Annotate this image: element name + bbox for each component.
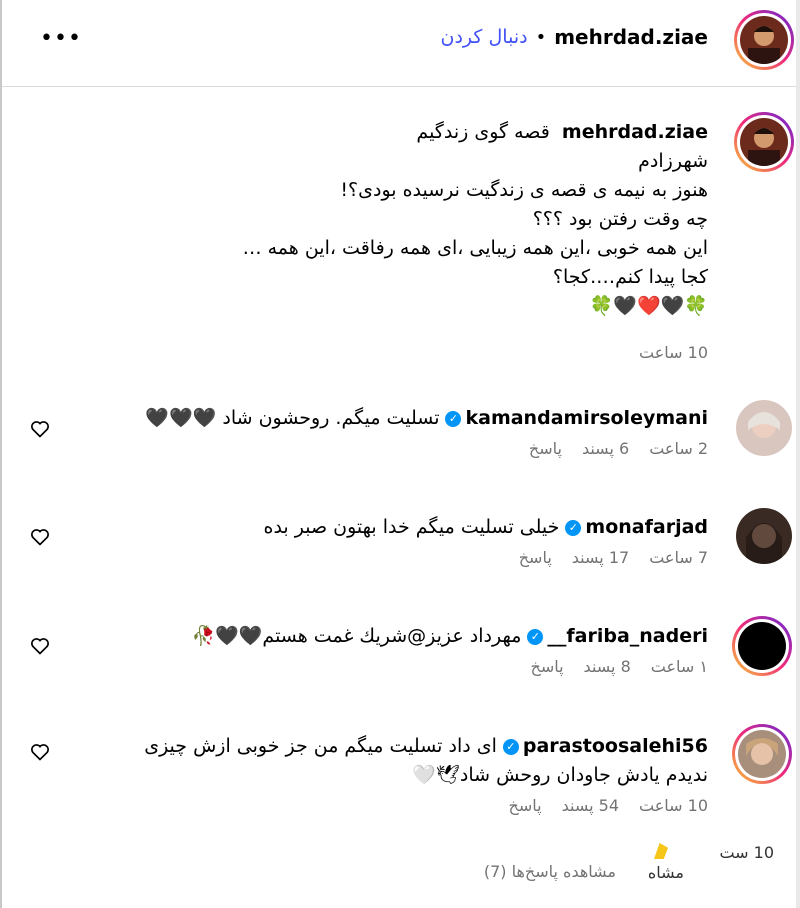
comment-item: monafarjad✓ خیلی تسلیت میگم خدا بهتون صبر… bbox=[68, 513, 708, 567]
caption-line: شهرزادم bbox=[638, 150, 708, 172]
sparkle-icon bbox=[654, 843, 668, 859]
avatar-image-icon bbox=[740, 118, 788, 166]
comment-username[interactable]: monafarjad bbox=[585, 516, 708, 538]
caption-line: قصه گوی زندگیم bbox=[416, 121, 550, 143]
comment-text: خیلی تسلیت میگم خدا بهتون صبر بده bbox=[263, 516, 560, 538]
caption-line: این همه خوبی ،این همه زیبایی ،ای همه رفا… bbox=[242, 237, 708, 259]
caption-timestamp[interactable]: 10 ساعت bbox=[639, 343, 708, 362]
view-replies-button[interactable]: مشاهده پاسخ‌ها (7) bbox=[484, 862, 616, 881]
caption-line: چه وقت رفتن بود ؟؟؟ bbox=[532, 208, 708, 230]
comment-likes[interactable]: 54 پسند bbox=[562, 796, 619, 815]
scrollbar-track[interactable] bbox=[796, 0, 800, 908]
comment-username[interactable]: kamandamirsoleymani bbox=[465, 407, 708, 429]
avatar-image-icon bbox=[736, 400, 792, 456]
follow-button[interactable]: دنبال کردن bbox=[441, 26, 528, 48]
comment-username[interactable]: parastoosalehi56 bbox=[523, 735, 708, 757]
caption-emoji-line: 🍀🖤❤️🖤🍀 bbox=[589, 295, 708, 317]
post-caption: mehrdad.ziae قصه گوی زندگیم شهرزادم هنوز… bbox=[148, 118, 708, 321]
commenter-avatar[interactable] bbox=[732, 616, 792, 676]
header-avatar[interactable] bbox=[734, 10, 794, 70]
comment-time[interactable]: 2 ساعت bbox=[649, 439, 708, 458]
verified-badge-icon: ✓ bbox=[527, 628, 544, 645]
comment-time[interactable]: 7 ساعت bbox=[649, 548, 708, 567]
avatar-image-icon bbox=[736, 508, 792, 564]
comment-likes[interactable]: 17 پسند bbox=[572, 548, 629, 567]
more-options-icon[interactable]: ••• bbox=[40, 28, 82, 50]
commenter-avatar[interactable] bbox=[736, 400, 792, 456]
comment-time[interactable]: ۱ ساعت bbox=[651, 657, 708, 676]
caption-line: هنوز به نیمه ی قصه ی زندگیت نرسیده بودی؟… bbox=[340, 179, 708, 201]
avatar-image-icon bbox=[740, 16, 788, 64]
window-left-edge bbox=[0, 0, 2, 908]
caption-avatar[interactable] bbox=[734, 112, 794, 172]
comment-item: kamandamirsoleymani✓ تسلیت میگم. روحشون ش… bbox=[68, 404, 708, 458]
verified-badge-icon: ✓ bbox=[445, 410, 462, 427]
caption-username[interactable]: mehrdad.ziae bbox=[562, 121, 708, 143]
heart-outline-icon[interactable] bbox=[30, 742, 50, 762]
comment-item: parastoosalehi56✓ای داد تسلیت میگم من جز… bbox=[68, 732, 708, 815]
view-replies-label: مشاهده پاسخ‌ها (7) bbox=[483, 862, 616, 881]
reply-button[interactable]: پاسخ bbox=[529, 439, 562, 458]
caption-line: کجا پیدا کنم….کجا؟ bbox=[552, 266, 708, 288]
heart-outline-icon[interactable] bbox=[30, 527, 50, 547]
post-header: ••• mehrdad.ziae • دنبال کردن bbox=[2, 0, 796, 87]
avatar-image-icon bbox=[738, 622, 786, 670]
header-user-block: mehrdad.ziae • دنبال کردن bbox=[441, 25, 708, 49]
separator-dot: • bbox=[535, 26, 547, 48]
header-username[interactable]: mehrdad.ziae bbox=[554, 25, 708, 49]
comment-likes[interactable]: 6 پسند bbox=[582, 439, 629, 458]
reply-button[interactable]: پاسخ bbox=[519, 548, 552, 567]
heart-outline-icon[interactable] bbox=[30, 636, 50, 656]
fragment-time: 10 ست bbox=[719, 843, 774, 862]
fragment-view: مشاه bbox=[647, 863, 684, 882]
comment-item: fariba_naderi__✓ مهرداد عزیز@شریك غمت هست… bbox=[68, 622, 708, 676]
verified-badge-icon: ✓ bbox=[502, 738, 519, 755]
comment-likes[interactable]: 8 پسند bbox=[584, 657, 631, 676]
comment-text: مهرداد عزیز@شریك غمت هستم🖤🖤🥀 bbox=[191, 625, 522, 647]
verified-badge-icon: ✓ bbox=[565, 519, 582, 536]
commenter-avatar[interactable] bbox=[732, 724, 792, 784]
comment-time[interactable]: 10 ساعت bbox=[639, 796, 708, 815]
overlapping-fragment: 10 ست مشاه bbox=[648, 843, 774, 883]
commenter-avatar[interactable] bbox=[736, 508, 792, 564]
reply-button[interactable]: پاسخ bbox=[509, 796, 542, 815]
comment-username[interactable]: fariba_naderi__ bbox=[547, 625, 708, 647]
heart-outline-icon[interactable] bbox=[30, 419, 50, 439]
reply-button[interactable]: پاسخ bbox=[530, 657, 563, 676]
avatar-image-icon bbox=[738, 730, 786, 778]
comment-text: تسلیت میگم. روحشون شاد 🖤🖤🖤 bbox=[145, 407, 440, 429]
